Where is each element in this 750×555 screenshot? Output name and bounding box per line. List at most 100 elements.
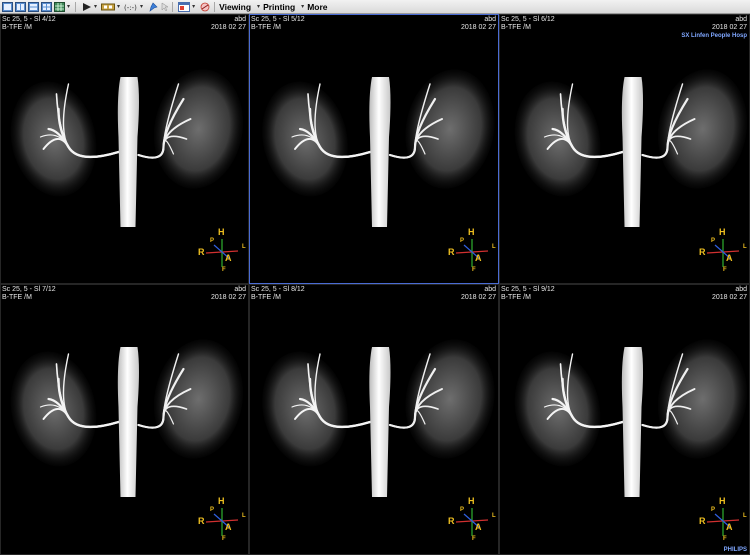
orientation-marker: H P R L A F [699, 227, 749, 277]
window-dropdown-icon[interactable]: ▾ [192, 3, 195, 10]
toolbar: ▾ ▾ ▾ (-:-) ▾ ▾ Viewing ▾ Printing ▾ Mor… [0, 0, 750, 14]
film-dropdown-icon[interactable]: ▾ [117, 3, 120, 10]
sequence-label: B-TFE /M [501, 294, 531, 301]
orient-right: R [448, 247, 455, 257]
orient-head: H [468, 496, 475, 506]
viewport-grid: Sc 25, 5 - Sl 4/12 B-TFE /M abd 2018 02 … [0, 14, 750, 555]
orient-posterior: P [460, 507, 465, 513]
play-dropdown-icon[interactable]: ▾ [94, 3, 97, 10]
series-info: Sc 25, 5 - Sl 7/12 B-TFE /M [2, 286, 56, 302]
printing-menu[interactable]: Printing [263, 2, 295, 12]
region-label: abd [234, 286, 246, 293]
orient-head: H [719, 496, 726, 506]
orient-anterior: A [225, 522, 232, 532]
viewport-1[interactable]: Sc 25, 5 - Sl 4/12 B-TFE /M abd 2018 02 … [0, 14, 249, 284]
viewport-6[interactable]: Sc 25, 5 - Sl 9/12 B-TFE /M abd 2018 02 … [499, 284, 750, 555]
sequence-label: B-TFE /M [251, 24, 281, 31]
orient-anterior: A [225, 253, 232, 263]
play-icon[interactable] [81, 2, 92, 12]
region-label: abd [234, 16, 246, 23]
orient-head: H [218, 227, 225, 237]
orient-foot: F [222, 267, 226, 273]
orient-anterior: A [475, 253, 482, 263]
series-info: Sc 25, 5 - Sl 4/12 B-TFE /M [2, 16, 56, 32]
date-label: 2018 02 27 [711, 294, 747, 301]
vendor-label: PHILIPS [723, 547, 747, 553]
viewport-4[interactable]: Sc 25, 5 - Sl 7/12 B-TFE /M abd 2018 02 … [0, 284, 249, 555]
grid-icon[interactable] [54, 1, 65, 12]
toolbar-separator [172, 1, 174, 12]
more-menu[interactable]: More [307, 2, 327, 12]
pointer-icon[interactable] [160, 2, 169, 12]
orient-right: R [699, 247, 706, 257]
orientation-marker: H P R L A F [448, 227, 498, 277]
layout-1-icon[interactable] [2, 1, 13, 12]
date-label: 2018 02 27 [460, 24, 496, 31]
toolbar-separator [214, 1, 216, 12]
region-label: abd [484, 286, 496, 293]
date-label: 2018 02 27 [460, 294, 496, 301]
viewport-3[interactable]: Sc 25, 5 - Sl 6/12 B-TFE /M abd 2018 02 … [499, 14, 750, 284]
sequence-label: B-TFE /M [2, 294, 32, 301]
date-label: 2018 02 27 [210, 24, 246, 31]
sequence-label: B-TFE /M [501, 24, 531, 31]
region-label: abd [735, 16, 747, 23]
series-info: Sc 25, 5 - Sl 9/12 B-TFE /M [501, 286, 555, 302]
layout-2-icon[interactable] [15, 1, 26, 12]
viewport-2[interactable]: Sc 25, 5 - Sl 5/12 B-TFE /M abd 2018 02 … [249, 14, 499, 284]
orient-right: R [198, 247, 205, 257]
link-icon[interactable]: (-:-) [124, 2, 138, 12]
orient-left: L [242, 244, 246, 250]
orient-posterior: P [210, 507, 215, 513]
study-info: abd 2018 02 27 [712, 286, 747, 302]
study-info: abd 2018 02 27 SX Linfen People Hosp [681, 16, 747, 40]
link-dropdown-icon[interactable]: ▾ [140, 3, 143, 10]
orient-anterior: A [726, 253, 733, 263]
orientation-marker: H P R L A F [448, 496, 498, 546]
hospital-label: SX Linfen People Hosp [681, 33, 747, 39]
orient-head: H [719, 227, 726, 237]
grid-dropdown-icon[interactable]: ▾ [67, 3, 70, 10]
series-label: Sc 25, 5 - Sl 6/12 [501, 16, 555, 23]
orient-head: H [218, 496, 225, 506]
orientation-marker: H P R L A F [198, 227, 248, 277]
viewing-menu[interactable]: Viewing [219, 2, 251, 12]
series-label: Sc 25, 5 - Sl 9/12 [501, 286, 555, 293]
series-info: Sc 25, 5 - Sl 6/12 B-TFE /M [501, 16, 555, 32]
region-label: abd [484, 16, 496, 23]
orient-right: R [448, 516, 455, 526]
orient-posterior: P [460, 238, 465, 244]
date-label: 2018 02 27 [210, 294, 246, 301]
orient-posterior: P [210, 238, 215, 244]
series-label: Sc 25, 5 - Sl 5/12 [251, 16, 305, 23]
orient-head: H [468, 227, 475, 237]
series-label: Sc 25, 5 - Sl 4/12 [2, 16, 56, 23]
viewing-dropdown-icon[interactable]: ▾ [257, 3, 260, 10]
film-icon[interactable] [101, 2, 116, 12]
wand-icon[interactable] [199, 2, 211, 12]
series-label: Sc 25, 5 - Sl 7/12 [2, 286, 56, 293]
orient-posterior: P [711, 238, 716, 244]
date-label: 2018 02 27 [711, 24, 747, 31]
series-info: Sc 25, 5 - Sl 5/12 B-TFE /M [251, 16, 305, 32]
study-info: abd 2018 02 27 [211, 16, 246, 32]
layout-3-icon[interactable] [28, 1, 39, 12]
orientation-marker: H P R L A F [699, 496, 749, 546]
orient-foot: F [723, 536, 727, 542]
printing-dropdown-icon[interactable]: ▾ [301, 3, 304, 10]
series-label: Sc 25, 5 - Sl 8/12 [251, 286, 305, 293]
viewport-5[interactable]: Sc 25, 5 - Sl 8/12 B-TFE /M abd 2018 02 … [249, 284, 499, 555]
region-label: abd [735, 286, 747, 293]
orient-anterior: A [475, 522, 482, 532]
orientation-marker: H P R L A F [198, 496, 248, 546]
layout-4-icon[interactable] [41, 1, 52, 12]
orient-left: L [242, 513, 246, 519]
window-icon[interactable] [178, 1, 191, 12]
sequence-label: B-TFE /M [251, 294, 281, 301]
sequence-label: B-TFE /M [2, 24, 32, 31]
study-info: abd 2018 02 27 [461, 286, 496, 302]
series-info: Sc 25, 5 - Sl 8/12 B-TFE /M [251, 286, 305, 302]
pin-icon[interactable] [147, 1, 158, 12]
orient-anterior: A [726, 522, 733, 532]
orient-left: L [743, 513, 747, 519]
